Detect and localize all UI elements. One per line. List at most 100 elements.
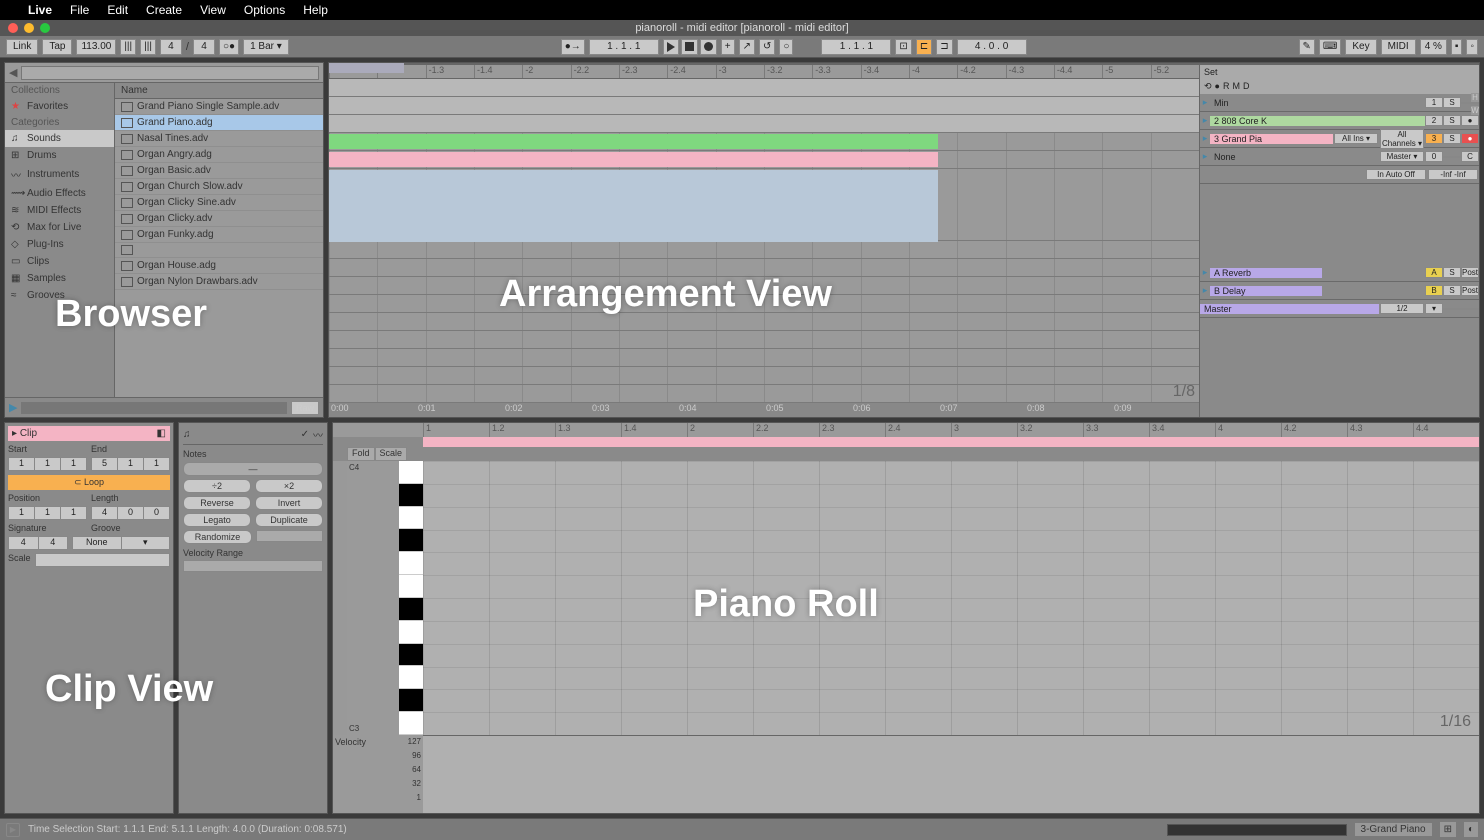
velocity-range-slider[interactable] bbox=[183, 560, 323, 572]
preview-play-icon[interactable]: ▶ bbox=[9, 401, 17, 414]
invert-button[interactable]: Invert bbox=[255, 496, 323, 510]
clip-toggle-icon[interactable]: ◐ bbox=[1464, 822, 1478, 837]
track-header[interactable]: ▸NoneMaster ▾0C bbox=[1200, 148, 1479, 166]
length-field[interactable]: 400 bbox=[91, 506, 170, 520]
automation-arm-button[interactable]: ↗ bbox=[739, 39, 755, 55]
track-header[interactable]: In Auto Off-Inf -Inf bbox=[1200, 166, 1479, 184]
clip-header[interactable]: ▸ Clip bbox=[12, 428, 37, 439]
clip-pink[interactable] bbox=[329, 152, 938, 167]
category-item[interactable]: 〰Instruments bbox=[5, 164, 114, 185]
file-item[interactable]: Nasal Tines.adv bbox=[115, 131, 323, 147]
minimize-icon[interactable] bbox=[24, 23, 34, 33]
link-button[interactable]: Link bbox=[6, 39, 38, 55]
piano-keys[interactable] bbox=[399, 461, 423, 735]
io-button[interactable]: ● bbox=[1215, 81, 1220, 92]
device-toggle-icon[interactable]: ⊞ bbox=[1440, 822, 1456, 837]
sig-denominator[interactable]: 4 bbox=[193, 39, 215, 55]
nudge-up-icon[interactable]: ||| bbox=[140, 39, 156, 55]
file-item[interactable]: Grand Piano Single Sample.adv bbox=[115, 99, 323, 115]
reverse-button[interactable]: Reverse bbox=[183, 496, 251, 510]
arrangement-overview[interactable] bbox=[329, 63, 1479, 65]
menu-options[interactable]: Options bbox=[244, 3, 285, 17]
velocity-lane[interactable]: Velocity 1279664321 bbox=[333, 735, 1479, 813]
key-map-button[interactable]: Key bbox=[1345, 39, 1376, 55]
play-button[interactable] bbox=[663, 39, 679, 55]
reenable-automation-button[interactable]: ↺ bbox=[759, 39, 775, 55]
piano-roll-loop-brace[interactable] bbox=[423, 437, 1479, 447]
follow-button[interactable]: ●→ bbox=[561, 39, 585, 55]
note-grid[interactable] bbox=[423, 461, 1479, 735]
category-item[interactable]: ◇Plug-Ins bbox=[5, 236, 114, 253]
randomize-slider[interactable] bbox=[256, 530, 323, 542]
randomize-button[interactable]: Randomize bbox=[183, 530, 252, 544]
tool-icon-2[interactable]: 〰 bbox=[313, 427, 323, 442]
stop-button[interactable] bbox=[681, 39, 698, 55]
legato-button[interactable]: Legato bbox=[183, 513, 251, 527]
record-button[interactable] bbox=[700, 39, 717, 55]
raw-button[interactable]: Raw bbox=[291, 401, 319, 415]
category-item[interactable]: ▦Samples bbox=[5, 270, 114, 287]
piano-roll-ruler[interactable]: 11.21.31.422.22.32.433.23.33.444.24.34.4 bbox=[333, 423, 1479, 437]
master-out-selector[interactable]: 1/2 bbox=[1380, 303, 1424, 314]
favorites-item[interactable]: ★Favorites bbox=[5, 98, 114, 115]
view-toggle-h[interactable]: H bbox=[1471, 93, 1479, 102]
send-header[interactable]: ▸B DelayBSPost bbox=[1200, 282, 1479, 300]
file-item[interactable]: Organ Church Slow.adv bbox=[115, 179, 323, 195]
metronome-button[interactable]: ○● bbox=[219, 39, 239, 55]
arrangement-tracks[interactable] bbox=[329, 79, 1199, 403]
collapse-icon[interactable]: ◀ bbox=[9, 66, 17, 79]
category-item[interactable]: ⊞Drums bbox=[5, 147, 114, 164]
menu-edit[interactable]: Edit bbox=[107, 3, 128, 17]
menu-app[interactable]: Live bbox=[28, 3, 52, 17]
master-track-name[interactable]: Master bbox=[1200, 304, 1379, 314]
loop-position[interactable]: 1 . 1 . 1 bbox=[821, 39, 891, 55]
category-item[interactable]: ≋MIDI Effects bbox=[5, 202, 114, 219]
category-item[interactable]: ≈Grooves bbox=[5, 287, 114, 304]
arrangement-position[interactable]: 1 . 1 . 1 bbox=[589, 39, 659, 55]
category-item[interactable]: ⟿Audio Effects bbox=[5, 185, 114, 202]
arrangement-ruler[interactable]: -1-1.2-1.3-1.4-2-2.2-2.3-2.4-3-3.2-3.3-3… bbox=[329, 65, 1199, 79]
file-item[interactable] bbox=[115, 243, 323, 258]
overdub-button[interactable]: + bbox=[721, 39, 735, 55]
position-field[interactable]: 111 bbox=[8, 506, 87, 520]
tool-icon[interactable]: ✓ bbox=[301, 429, 309, 440]
scale-button[interactable]: Scale bbox=[375, 447, 408, 461]
clip-blue[interactable] bbox=[329, 170, 938, 242]
capture-button[interactable]: ○ bbox=[779, 39, 793, 55]
close-icon[interactable] bbox=[8, 23, 18, 33]
midi-map-button[interactable]: MIDI bbox=[1381, 39, 1416, 55]
file-item[interactable]: Organ Angry.adg bbox=[115, 147, 323, 163]
tap-button[interactable]: Tap bbox=[42, 39, 72, 55]
quantize-menu[interactable]: 1 Bar ▾ bbox=[243, 39, 289, 55]
keyboard-button[interactable]: ⌨ bbox=[1319, 39, 1341, 55]
category-item[interactable]: ⟲Max for Live bbox=[5, 219, 114, 236]
status-play-icon[interactable]: ▶ bbox=[6, 823, 20, 837]
loop-button[interactable]: ⊡ bbox=[895, 39, 911, 55]
clip-green[interactable] bbox=[329, 134, 938, 149]
punch-out-button[interactable]: ⊐ bbox=[936, 39, 952, 55]
track-header[interactable]: ▸Min1S bbox=[1200, 94, 1479, 112]
signature-field[interactable]: 44 bbox=[8, 536, 68, 550]
half-time-button[interactable]: ÷2 bbox=[183, 479, 251, 493]
category-item[interactable]: ♫Sounds bbox=[5, 130, 114, 147]
back-to-arrangement-icon[interactable]: ⟲ bbox=[1204, 81, 1212, 92]
tempo-field[interactable]: 113.00 bbox=[76, 39, 116, 55]
file-item[interactable]: Organ Nylon Drawbars.adv bbox=[115, 274, 323, 290]
start-field[interactable]: 111 bbox=[8, 457, 87, 471]
set-button[interactable]: Set bbox=[1204, 67, 1218, 77]
name-column-header[interactable]: Name bbox=[115, 83, 323, 99]
file-item[interactable]: Organ Funky.adg bbox=[115, 227, 323, 243]
track-header[interactable]: ▸2 808 Core K2S● bbox=[1200, 112, 1479, 130]
menu-view[interactable]: View bbox=[200, 3, 226, 17]
menu-file[interactable]: File bbox=[70, 3, 89, 17]
scale-selector[interactable] bbox=[35, 553, 170, 567]
menu-help[interactable]: Help bbox=[303, 3, 328, 17]
punch-in-button[interactable]: ⊏ bbox=[916, 39, 932, 55]
draw-mode-button[interactable]: ✎ bbox=[1299, 39, 1315, 55]
menu-create[interactable]: Create bbox=[146, 3, 182, 17]
fullscreen-icon[interactable] bbox=[40, 23, 50, 33]
file-item[interactable]: Organ Clicky.adv bbox=[115, 211, 323, 227]
file-item[interactable]: Organ House.adg bbox=[115, 258, 323, 274]
return-button[interactable]: R bbox=[1223, 81, 1230, 92]
category-item[interactable]: ▭Clips bbox=[5, 253, 114, 270]
